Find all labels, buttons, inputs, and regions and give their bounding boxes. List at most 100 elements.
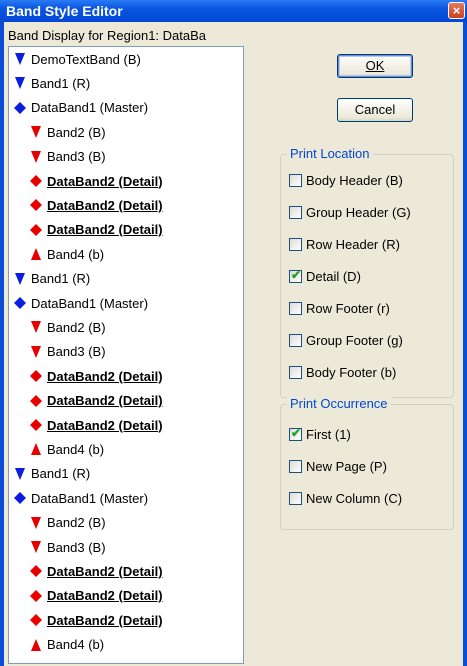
tree-item[interactable]: DataBand1 (Master) (13, 488, 148, 508)
checkbox[interactable] (289, 237, 302, 251)
checkbox-label: Detail (D) (306, 268, 361, 284)
band-style-editor-window: Band Style Editor × Band Display for Reg… (0, 0, 467, 666)
print-location-option[interactable]: Group Header (G) (289, 203, 411, 221)
tree-item-label: DataBand2 (Detail) (47, 588, 163, 604)
tree-item-label: Band2 (B) (47, 515, 106, 531)
tree-item[interactable]: Band2 (B) (29, 513, 106, 533)
blue-down-triangle-icon (15, 272, 25, 285)
tree-item-label: Band1 (R) (31, 271, 91, 287)
print-location-option[interactable]: Body Footer (b) (289, 363, 396, 381)
checkbox[interactable]: ✔ (289, 268, 302, 283)
tree-item[interactable]: DataBand2 (Detail) (29, 391, 163, 411)
print-occurrence-option[interactable]: ✔ First (1) (289, 425, 351, 443)
checkbox[interactable]: ✔ (289, 426, 302, 441)
red-down-triangle-icon (31, 516, 41, 529)
checkbox[interactable] (289, 365, 302, 379)
tree-item[interactable]: DemoTextBand (B) (13, 49, 141, 69)
red-diamond-icon (30, 614, 42, 627)
red-up-triangle-icon (31, 443, 41, 456)
tree-item[interactable]: DataBand2 (Detail) (29, 415, 163, 435)
tree-item-label: DataBand1 (Master) (31, 490, 149, 506)
tree-item[interactable]: DataBand2 (Detail) (29, 366, 163, 386)
print-occurrence-option[interactable]: New Column (C) (289, 489, 402, 507)
tree-item-label: DataBand1 (Master) (31, 295, 149, 311)
band-tree[interactable]: DemoTextBand (B) Band1 (R) DataBand1 (Mast… (8, 46, 244, 664)
dialog-body: Band Display for Region1: DataBa DemoTex… (4, 22, 463, 666)
tree-item-label: DataBand2 (Detail) (47, 417, 163, 433)
tree-item[interactable]: Band3 (B) (29, 537, 106, 557)
close-button[interactable]: × (448, 2, 465, 19)
tree-item[interactable]: DataBand1 (Master) (13, 293, 148, 313)
ok-button[interactable]: OK (337, 54, 413, 78)
tree-item-label: DataBand2 (Detail) (47, 393, 163, 409)
tree-item[interactable]: Band4 (b) (29, 439, 104, 459)
checkbox[interactable] (289, 459, 302, 473)
cancel-button-label: Cancel (354, 102, 396, 117)
checkbox-label: Body Header (B) (306, 172, 403, 188)
checkbox[interactable] (289, 301, 302, 315)
checkbox-label: First (1) (306, 426, 351, 442)
region-label: Band Display for Region1: DataBa (8, 28, 207, 43)
checkbox[interactable] (289, 205, 302, 219)
checkbox-label: New Page (P) (306, 458, 387, 474)
print-location-option[interactable]: Group Footer (g) (289, 331, 403, 349)
print-occurrence-group: Print Occurrence ✔ First (1) New Page (P) N… (280, 396, 454, 530)
tree-item-label: DataBand2 (Detail) (47, 612, 163, 628)
tree-item[interactable]: DataBand2 (Detail) (29, 586, 163, 606)
blue-diamond-icon (14, 297, 26, 309)
red-up-triangle-icon (31, 638, 41, 651)
tree-item[interactable]: Band4 (b) (29, 635, 104, 655)
checkbox[interactable] (289, 491, 302, 505)
tree-item-label: Band4 (b) (47, 637, 105, 653)
title-bar[interactable]: Band Style Editor × (0, 0, 467, 22)
red-down-triangle-icon (31, 541, 41, 553)
tree-item[interactable]: DataBand2 (Detail) (29, 561, 163, 581)
red-diamond-icon (30, 223, 42, 236)
window-title: Band Style Editor (6, 3, 123, 19)
blue-down-triangle-icon (15, 467, 25, 480)
print-location-option[interactable]: Row Header (R) (289, 235, 400, 253)
tree-item-label: Band2 (B) (47, 319, 106, 335)
checkbox-label: New Column (C) (306, 490, 403, 506)
tree-item[interactable]: Band1 (R) (13, 73, 90, 93)
tree-item[interactable]: DataBand1 (Master) (13, 98, 148, 118)
red-down-triangle-icon (31, 321, 41, 334)
tree-item[interactable]: DataBand2 (Detail) (29, 220, 163, 240)
checkbox-label: Body Footer (b) (306, 364, 397, 380)
checkbox-label: Row Header (R) (306, 236, 400, 252)
tree-item-label: DemoTextBand (B) (31, 51, 141, 67)
tree-item-label: DataBand2 (Detail) (47, 197, 163, 213)
print-occurrence-title: Print Occurrence (287, 396, 391, 411)
print-occurrence-option[interactable]: New Page (P) (289, 457, 387, 475)
tree-item[interactable]: Band2 (B) (29, 122, 106, 142)
tree-item[interactable]: Band1 (R) (13, 464, 90, 484)
red-diamond-icon (30, 175, 42, 187)
blue-diamond-icon (14, 492, 26, 505)
tree-item-label: Band4 (b) (47, 246, 105, 262)
tree-item-label: DataBand2 (Detail) (47, 222, 163, 238)
red-down-triangle-icon (31, 126, 41, 139)
print-location-option[interactable]: Row Footer (r) (289, 299, 390, 317)
red-down-triangle-icon (31, 150, 41, 163)
tree-item-label: Band3 (B) (47, 539, 106, 555)
print-location-option[interactable]: Body Header (B) (289, 171, 403, 189)
cancel-button[interactable]: Cancel (337, 98, 413, 122)
tree-item[interactable]: Band1 (R) (13, 269, 90, 289)
checkbox[interactable] (289, 333, 302, 347)
print-location-option[interactable]: ✔ Detail (D) (289, 267, 361, 285)
red-diamond-icon (30, 419, 42, 431)
tree-item[interactable]: DataBand2 (Detail) (29, 610, 163, 630)
checkbox[interactable] (289, 173, 302, 187)
tree-item[interactable]: Band2 (B) (29, 317, 106, 337)
checkbox-label: Group Header (G) (306, 204, 411, 220)
blue-diamond-icon (14, 101, 26, 114)
tree-item[interactable]: DataBand2 (Detail) (29, 171, 163, 191)
tree-item-label: Band3 (B) (47, 344, 106, 360)
tree-item[interactable]: Band4 (b) (29, 244, 104, 264)
tree-item-label: Band2 (B) (47, 124, 106, 140)
tree-item[interactable]: Band3 (B) (29, 342, 106, 362)
blue-down-triangle-icon (15, 77, 25, 90)
tree-item[interactable]: Band3 (B) (29, 147, 106, 167)
red-up-triangle-icon (31, 248, 41, 261)
tree-item[interactable]: DataBand2 (Detail) (29, 195, 163, 215)
